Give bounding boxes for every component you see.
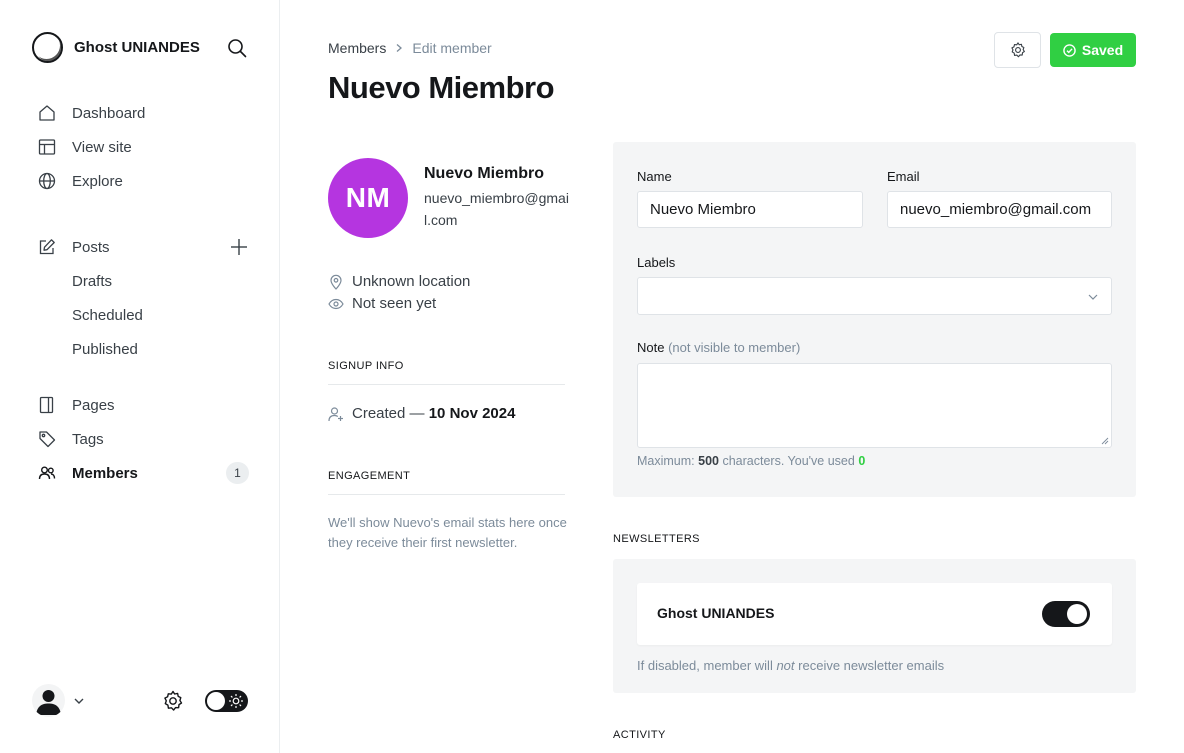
newsletter-row: Ghost UNIANDES: [637, 583, 1112, 645]
newsletter-toggle[interactable]: [1042, 601, 1090, 627]
newsletter-hint-not: not: [776, 658, 795, 673]
labels-select[interactable]: [637, 277, 1112, 315]
sun-icon: [229, 694, 243, 708]
hint-prefix: Maximum:: [637, 454, 695, 468]
breadcrumb: Members Edit member: [328, 40, 492, 56]
globe-icon: [38, 172, 56, 190]
sidebar-item-view-site[interactable]: View site: [38, 132, 253, 162]
sidebar-item-label: Scheduled: [72, 306, 143, 324]
sidebar-item-label: Published: [72, 340, 138, 358]
sidebar-item-label: Pages: [72, 396, 115, 414]
brand-name: Ghost UNIANDES: [74, 39, 200, 56]
page-icon: [38, 396, 56, 414]
sidebar-item-dashboard[interactable]: Dashboard: [38, 98, 253, 128]
hint-max: 500: [698, 454, 719, 468]
eye-icon: [328, 296, 344, 312]
avatar: [32, 684, 65, 717]
hint-middle: characters. You've used: [722, 454, 855, 468]
note-label-text: Note: [637, 340, 665, 355]
newsletter-hint-prefix: If disabled, member will: [637, 658, 773, 673]
sidebar-item-label: Members: [72, 464, 138, 482]
gear-icon: [1009, 41, 1027, 59]
check-circle-icon: [1063, 43, 1076, 57]
sidebar: Ghost UNIANDES Dashboard View site Explo…: [0, 0, 280, 753]
sidebar-item-label: Dashboard: [72, 104, 146, 122]
member-created: Created — 10 Nov 2024: [328, 405, 515, 422]
created-date: 10 Nov 2024: [428, 405, 516, 422]
sidebar-item-members[interactable]: Members 1: [38, 458, 253, 488]
toggle-knob: [207, 692, 225, 710]
note-sublabel: (not visible to member): [668, 340, 801, 355]
brand[interactable]: Ghost UNIANDES: [32, 32, 200, 63]
tag-icon: [38, 430, 56, 448]
labels-label: Labels: [637, 255, 676, 270]
note-char-hint: Maximum: 500 characters. You've used 0: [637, 454, 865, 468]
newsletters-panel: Ghost UNIANDES If disabled, member will …: [613, 559, 1136, 693]
newsletters-heading: NEWSLETTERS: [613, 533, 700, 545]
activity-heading: ACTIVITY: [613, 729, 666, 741]
newsletter-hint-suffix: receive newsletter emails: [798, 658, 945, 673]
settings-gear-icon[interactable]: [161, 689, 185, 713]
note-textarea[interactable]: [637, 363, 1112, 448]
page-title: Nuevo Miembro: [328, 70, 555, 105]
member-last-seen: Not seen yet: [328, 295, 436, 312]
sidebar-item-label: Drafts: [72, 272, 113, 290]
members-icon: [38, 464, 56, 482]
member-email: nuevo_miembro@gmail.com: [424, 190, 569, 228]
toggle-knob: [1067, 604, 1087, 624]
breadcrumb-current: Edit member: [412, 40, 492, 56]
saved-button[interactable]: Saved: [1050, 33, 1136, 67]
dark-mode-toggle[interactable]: [205, 690, 248, 712]
hint-used: 0: [858, 454, 866, 468]
name-field[interactable]: Nuevo Miembro: [637, 191, 863, 228]
engagement-heading: ENGAGEMENT: [328, 470, 565, 495]
member-location-text: Unknown location: [352, 273, 471, 290]
members-count-badge: 1: [226, 462, 249, 484]
brand-logo: [32, 32, 63, 63]
sidebar-item-posts[interactable]: Posts: [38, 232, 253, 262]
sidebar-item-drafts[interactable]: Drafts: [38, 266, 253, 296]
sidebar-item-explore[interactable]: Explore: [38, 166, 253, 196]
sidebar-item-tags[interactable]: Tags: [38, 424, 253, 454]
newsletter-name: Ghost UNIANDES: [657, 605, 775, 621]
chevron-right-icon: [394, 43, 404, 53]
breadcrumb-members-link[interactable]: Members: [328, 40, 386, 56]
sidebar-item-label: Explore: [72, 172, 123, 190]
layout-icon: [38, 138, 56, 156]
engagement-text: We'll show Nuevo's email stats here once…: [328, 515, 567, 550]
sidebar-item-scheduled[interactable]: Scheduled: [38, 300, 253, 330]
user-add-icon: [328, 406, 344, 422]
sidebar-item-published[interactable]: Published: [38, 334, 253, 364]
email-label: Email: [887, 169, 920, 184]
chevron-down-icon: [73, 695, 85, 707]
sidebar-item-pages[interactable]: Pages: [38, 390, 253, 420]
newsletter-hint: If disabled, member will not receive new…: [637, 658, 944, 673]
signup-info-heading: SIGNUP INFO: [328, 360, 565, 385]
sidebar-item-label: Posts: [72, 238, 110, 256]
member-location: Unknown location: [328, 273, 470, 290]
location-pin-icon: [328, 274, 344, 290]
saved-button-label: Saved: [1081, 42, 1124, 58]
edit-icon: [38, 238, 56, 256]
sidebar-item-label: View site: [72, 138, 132, 156]
sidebar-item-label: Tags: [72, 430, 104, 448]
member-details-form: Name Nuevo Miembro Email nuevo_miembro@g…: [613, 142, 1136, 497]
home-icon: [38, 104, 56, 122]
member-avatar: NM: [328, 158, 408, 238]
name-label: Name: [637, 169, 672, 184]
member-last-seen-text: Not seen yet: [352, 295, 437, 312]
search-icon[interactable]: [226, 37, 248, 59]
new-post-plus-icon[interactable]: [228, 236, 250, 258]
member-actions-button[interactable]: [994, 32, 1041, 68]
chevron-down-icon: [1088, 294, 1098, 300]
email-field[interactable]: nuevo_miembro@gmail.com: [887, 191, 1112, 228]
created-label: Created —: [352, 405, 425, 422]
member-name: Nuevo Miembro: [424, 165, 545, 182]
resize-grip-icon[interactable]: [1101, 437, 1109, 445]
note-label: Note (not visible to member): [637, 340, 800, 355]
user-menu[interactable]: [32, 684, 85, 717]
